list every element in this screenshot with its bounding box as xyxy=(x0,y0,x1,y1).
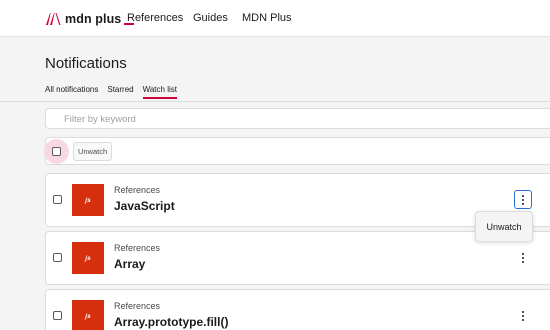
item-title[interactable]: Array.prototype.fill() xyxy=(114,315,228,329)
item-section: References xyxy=(114,243,161,253)
item-title[interactable]: JavaScript xyxy=(114,199,175,213)
filter-input[interactable] xyxy=(46,110,550,129)
tab-watch-list[interactable]: Watch list xyxy=(142,85,178,99)
item-section: References xyxy=(114,301,161,311)
js-icon: js xyxy=(72,300,104,330)
tab-all-notifications[interactable]: All notifications xyxy=(45,85,98,99)
js-icon: js xyxy=(72,184,104,216)
mdn-m-logo-icon xyxy=(46,13,61,25)
menu-unwatch-option[interactable]: Unwatch xyxy=(486,222,521,232)
notification-tabs: All notifications Starred Watch list xyxy=(45,85,186,99)
tabs-divider xyxy=(0,101,550,102)
item-checkbox[interactable] xyxy=(53,311,62,320)
kebab-menu-icon[interactable] xyxy=(514,190,532,209)
nav-mdn-plus[interactable]: MDN Plus xyxy=(242,12,292,24)
top-navbar: mdn plus References Guides MDN Plus xyxy=(0,0,550,37)
item-dropdown-menu: Unwatch xyxy=(475,211,533,242)
item-title[interactable]: Array xyxy=(114,257,145,271)
brand-name: mdn plus xyxy=(65,12,122,26)
nav-guides[interactable]: Guides xyxy=(193,12,228,24)
kebab-menu-icon[interactable] xyxy=(514,306,532,325)
nav-references[interactable]: References xyxy=(127,12,183,24)
bulk-action-bar: Unwatch xyxy=(44,137,550,165)
item-section: References xyxy=(114,185,161,195)
kebab-menu-icon[interactable] xyxy=(514,248,532,267)
bulk-unwatch-button[interactable]: Unwatch xyxy=(73,142,113,161)
filter-box xyxy=(45,108,550,129)
watch-item-card: js References Array.prototype.fill() xyxy=(45,289,550,330)
js-icon: js xyxy=(72,242,104,274)
select-all-checkbox[interactable] xyxy=(52,147,61,156)
mdn-plus-logo[interactable]: mdn plus xyxy=(45,11,135,27)
page-title: Notifications xyxy=(45,55,127,72)
item-checkbox[interactable] xyxy=(53,195,62,204)
item-checkbox[interactable] xyxy=(53,253,62,262)
tab-starred[interactable]: Starred xyxy=(107,85,133,99)
